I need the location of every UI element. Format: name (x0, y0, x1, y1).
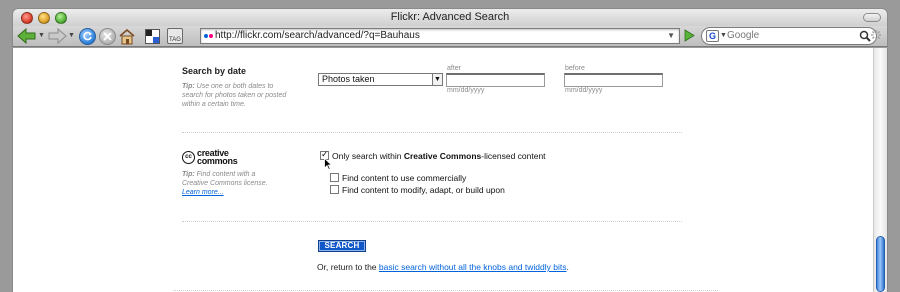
before-date-format-hint: mm/dd/yyyy (565, 87, 603, 94)
back-history-icon[interactable]: ▼ (38, 32, 45, 39)
forward-button[interactable] (47, 27, 67, 45)
address-bar-url: http://flickr.com/search/advanced/?q=Bau… (215, 30, 420, 41)
return-to-basic-search: Or, return to the basic search without a… (317, 262, 569, 272)
modify-adapt-label: Find content to modify, adapt, or build … (342, 185, 505, 195)
stop-button[interactable] (99, 27, 116, 45)
google-icon[interactable]: G (706, 30, 719, 42)
before-date-input[interactable] (564, 73, 663, 87)
before-label: before (565, 65, 585, 72)
reload-button[interactable] (79, 27, 96, 45)
commercial-use-label: Find content to use commercially (342, 173, 467, 183)
basic-search-link[interactable]: basic search without all the knobs and t… (379, 262, 567, 272)
vertical-scrollbar[interactable] (873, 48, 887, 292)
title-bar: Flickr: Advanced Search (12, 8, 888, 26)
only-cc-bold: Creative Commons (403, 151, 482, 161)
search-engine-placeholder: Google (727, 30, 760, 41)
flickr-favicon-icon (204, 34, 213, 38)
bookmark-button[interactable] (145, 27, 160, 45)
date-section-heading: Search by date (182, 66, 247, 76)
creative-commons-logo: cc creative commons (182, 149, 252, 167)
page-content: Search by date Tip: Use one or both date… (12, 48, 888, 292)
date-type-select-value: Photos taken (322, 74, 375, 84)
bookmark-icon (145, 28, 160, 44)
after-date-format-hint: mm/dd/yyyy (447, 87, 485, 94)
select-arrow-icon: ▼ (432, 74, 442, 85)
return-prefix: Or, return to the (317, 262, 379, 272)
only-cc-label: Only search within Creative Commons-lice… (332, 151, 546, 161)
window-title: Flickr: Advanced Search (390, 11, 510, 23)
search-engine-dropdown-icon[interactable]: ▼ (720, 28, 727, 44)
cc-tip-text: Find content with a Creative Commons lic… (182, 171, 268, 187)
cc-badge-icon: cc (182, 151, 195, 164)
forward-history-icon[interactable]: ▼ (68, 32, 75, 39)
date-section-tip: Tip: Use one or both dates to search for… (182, 82, 287, 109)
cc-logo-line2: commons (197, 156, 238, 166)
activity-spinner-icon (871, 30, 881, 40)
section-divider (173, 290, 718, 291)
after-label: after (447, 65, 462, 72)
tag-icon: TAG (167, 28, 183, 44)
browser-window: Flickr: Advanced Search ▼ ▼ TAG http://f… (0, 0, 900, 292)
forward-arrow-icon (48, 28, 67, 44)
address-bar[interactable]: http://flickr.com/search/advanced/?q=Bau… (200, 28, 680, 44)
url-history-dropdown-icon[interactable]: ▼ (667, 29, 675, 43)
home-button[interactable] (118, 27, 136, 45)
cc-logo-text: creative commons (197, 149, 238, 166)
section-divider (182, 221, 682, 222)
cc-tip-label: Tip: (182, 171, 195, 178)
cc-section-tip: Tip: Find content with a Creative Common… (182, 170, 282, 197)
date-type-select[interactable]: Photos taken ▼ (318, 73, 443, 86)
only-cc-suffix: -licensed content (481, 151, 546, 161)
modify-adapt-checkbox[interactable] (330, 185, 339, 194)
only-cc-prefix: Only search within (332, 151, 404, 161)
date-tip-label: Tip: (182, 83, 195, 90)
back-button[interactable] (17, 27, 37, 45)
scrollbar-thumb[interactable] (876, 236, 885, 292)
go-arrow-icon[interactable] (683, 29, 695, 42)
search-engine-field[interactable]: G ▼ Google (701, 27, 877, 45)
toolbar-toggle-button[interactable] (863, 13, 881, 22)
commercial-use-checkbox[interactable] (330, 173, 339, 182)
mouse-cursor-icon (324, 158, 332, 170)
browser-toolbar: ▼ ▼ TAG http://flickr.com/search/advance… (12, 26, 888, 47)
section-divider (182, 132, 682, 133)
return-suffix: . (566, 262, 569, 272)
after-date-input[interactable] (446, 73, 545, 87)
tag-button[interactable]: TAG (167, 27, 183, 45)
reload-icon (79, 27, 96, 45)
back-arrow-icon (17, 28, 36, 44)
home-icon (119, 28, 135, 44)
date-tip-text: Use one or both dates to search for phot… (182, 83, 287, 108)
search-button[interactable]: SEARCH (318, 240, 366, 252)
learn-more-link[interactable]: Learn more... (182, 189, 224, 196)
stop-icon (99, 27, 116, 45)
